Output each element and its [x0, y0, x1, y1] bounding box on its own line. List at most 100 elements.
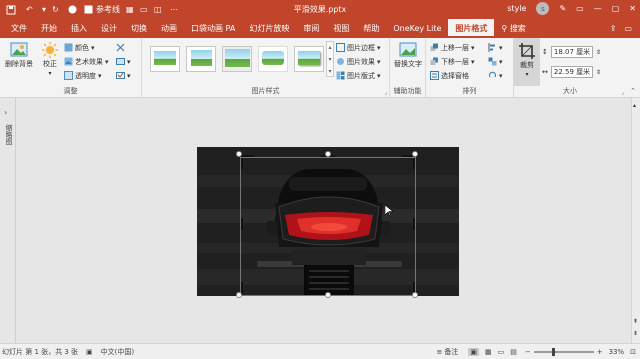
notes-icon[interactable]: ≡ — [436, 348, 442, 356]
next-slide-icon[interactable]: ⇟ — [633, 330, 638, 337]
tab-transitions[interactable]: 切换 — [124, 19, 154, 38]
bring-forward-button[interactable]: 上移一层 ▾ — [430, 42, 475, 53]
zoom-level[interactable]: 33% — [609, 348, 625, 356]
tab-pocket-animation[interactable]: 口袋动画 PA — [184, 19, 242, 38]
close-icon[interactable]: ✕ — [629, 4, 636, 13]
tab-onekey[interactable]: OneKey Lite — [386, 19, 448, 38]
chevron-down-icon: ▾ — [499, 57, 503, 66]
tab-review[interactable]: 审阅 — [296, 19, 326, 38]
tab-insert[interactable]: 插入 — [64, 19, 94, 38]
crop-icon — [519, 43, 535, 59]
rotate-button[interactable]: ▾ — [488, 70, 503, 81]
zoom-in-icon[interactable]: + — [597, 348, 603, 356]
adjust-group: 删除背景 校正 ▾ 颜色 ▾ 艺术效果 ▾ 透明度 ▾ ▾ ▾ 调整 — [0, 38, 142, 98]
normal-view-icon[interactable]: ▣ — [468, 347, 479, 356]
width-input[interactable]: 22.59 厘米 — [550, 66, 593, 78]
ribbon-display-icon[interactable]: ▭ — [576, 4, 584, 13]
picture-style-1[interactable] — [150, 46, 180, 72]
maximize-icon[interactable]: ▢ — [612, 4, 620, 13]
picture-effects-icon — [337, 58, 344, 65]
resize-handle-top-right[interactable] — [412, 151, 418, 157]
tab-search[interactable]: ⚲ 搜索 — [494, 19, 532, 38]
thumbnail-pane-label[interactable]: 缩略图 — [2, 124, 14, 145]
vertical-scrollbar[interactable]: ▴ ⇞ ⇟ — [631, 98, 640, 343]
fit-to-window-icon[interactable]: ⊡ — [630, 348, 636, 356]
accessibility-group-label: 辅助功能 — [393, 87, 422, 95]
slide-sorter-icon[interactable]: ▦ — [485, 348, 492, 356]
crop-button[interactable]: 裁剪 ▾ — [514, 38, 540, 86]
picture-style-5[interactable] — [294, 46, 324, 72]
minimize-icon[interactable]: — — [594, 4, 602, 13]
collapse-ribbon-icon[interactable]: ⌃ — [630, 87, 636, 95]
dialog-launcher-icon[interactable]: ⌟ — [384, 89, 387, 96]
pen-icon[interactable]: ✎ — [559, 4, 566, 13]
zoom-out-icon[interactable]: − — [525, 348, 531, 356]
height-input[interactable]: 18.07 厘米 — [550, 46, 593, 58]
resize-handle-bottom[interactable] — [325, 292, 331, 298]
accessibility-group: 替换文字 辅助功能 — [390, 38, 426, 98]
tab-search-label: 搜索 — [509, 24, 526, 33]
resize-handle-bottom-left[interactable] — [236, 292, 242, 298]
previous-slide-icon[interactable]: ⇞ — [633, 318, 638, 325]
tab-animations[interactable]: 动画 — [154, 19, 184, 38]
resize-handle-top[interactable] — [325, 151, 331, 157]
picture-effects-button[interactable]: 图片效果 ▾ — [336, 56, 381, 67]
remove-background-button[interactable]: 删除背景 — [2, 41, 36, 69]
picture-style-2[interactable] — [186, 46, 216, 72]
chevron-down-icon: ▾ — [499, 43, 503, 52]
height-spinner[interactable]: ⇕ — [596, 49, 601, 56]
slideshow-icon[interactable]: ▤ — [510, 348, 517, 356]
align-button[interactable]: ▾ — [488, 42, 503, 53]
selection-pane-button[interactable]: 选择窗格 — [430, 70, 469, 81]
alt-text-button[interactable]: 替换文字 — [394, 41, 422, 69]
comment-icon[interactable]: ▭ — [624, 24, 632, 33]
tab-picture-format[interactable]: 图片格式 — [448, 19, 495, 38]
crop-frame — [240, 157, 416, 296]
compress-pictures-button[interactable] — [116, 42, 125, 53]
tab-help[interactable]: 帮助 — [356, 19, 386, 38]
picture-layout-icon — [336, 71, 345, 80]
group-button[interactable]: ▾ — [488, 56, 503, 67]
color-button[interactable]: 颜色 ▾ — [64, 42, 95, 53]
picture-border-icon — [336, 43, 345, 52]
resize-handle-top-left[interactable] — [236, 151, 242, 157]
share-icon[interactable]: ⇪ — [610, 24, 617, 33]
expand-pane-icon[interactable]: › — [4, 108, 7, 117]
tab-home[interactable]: 开始 — [34, 19, 64, 38]
reset-picture-button[interactable]: ▾ — [116, 70, 131, 81]
send-backward-icon — [430, 57, 438, 65]
notes-button[interactable]: 备注 — [444, 347, 458, 357]
picture-border-button[interactable]: 图片边框 ▾ — [336, 42, 381, 53]
color-label: 颜色 — [75, 43, 89, 52]
tab-design[interactable]: 设计 — [94, 19, 124, 38]
slide-canvas[interactable] — [197, 147, 459, 296]
zoom-slider[interactable] — [533, 347, 594, 356]
transparency-button[interactable]: 透明度 ▾ — [64, 70, 102, 81]
chevron-down-icon: ▾ — [471, 43, 475, 52]
user-name[interactable]: style — [507, 4, 526, 13]
tab-file[interactable]: 文件 — [4, 19, 34, 38]
avatar[interactable]: s — [536, 2, 550, 15]
resize-handle-bottom-right[interactable] — [412, 292, 418, 298]
tab-slideshow[interactable]: 幻灯片放映 — [242, 19, 296, 38]
send-backward-button[interactable]: 下移一层 ▾ — [430, 56, 475, 67]
chevron-down-icon: ▾ — [377, 71, 381, 80]
picture-style-3[interactable] — [222, 46, 252, 72]
zoom-slider-thumb[interactable] — [551, 347, 555, 356]
styles-gallery-scroll[interactable]: ▴ ▾ ▾ — [326, 41, 334, 77]
tab-view[interactable]: 视图 — [326, 19, 356, 38]
artistic-effects-icon — [64, 57, 73, 66]
language-status[interactable]: 中文(中国) — [101, 347, 134, 357]
corrections-button[interactable]: 校正 ▾ — [38, 41, 62, 78]
picture-layout-button[interactable]: 图片版式 ▾ — [336, 70, 381, 81]
artistic-effects-button[interactable]: 艺术效果 ▾ — [64, 56, 109, 67]
picture-style-4[interactable] — [258, 46, 288, 72]
reading-view-icon[interactable]: ▭ — [498, 348, 505, 356]
mouse-cursor-icon — [385, 205, 393, 217]
change-picture-button[interactable]: ▾ — [116, 56, 131, 67]
height-icon: ↕ — [542, 48, 548, 56]
spellcheck-icon[interactable]: ▣ — [86, 348, 93, 356]
width-spinner[interactable]: ⇕ — [596, 69, 601, 76]
dialog-launcher-icon[interactable]: ⌟ — [621, 89, 624, 96]
scroll-up-icon[interactable]: ▴ — [633, 102, 636, 109]
